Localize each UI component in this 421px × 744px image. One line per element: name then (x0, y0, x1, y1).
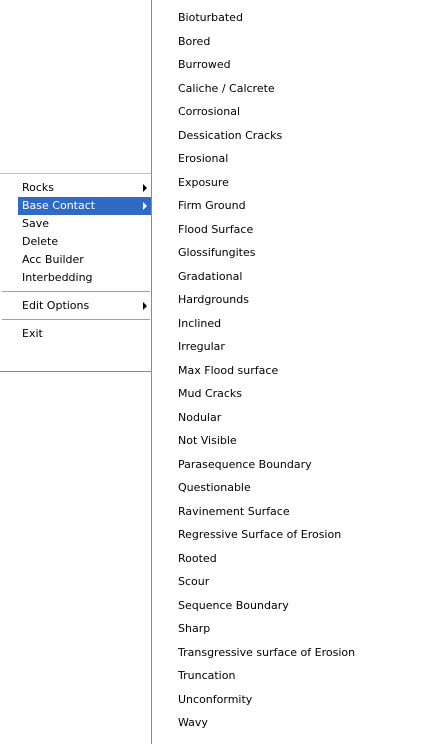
submenu-item-parasequence-boundary[interactable]: Parasequence Boundary (152, 453, 421, 477)
menu-item-exit[interactable]: Exit (0, 325, 152, 343)
submenu-item-firm-ground[interactable]: Firm Ground (152, 194, 421, 218)
submenu-item-exposure[interactable]: Exposure (152, 171, 421, 195)
submenu-item-regressive-surface-of-erosion[interactable]: Regressive Surface of Erosion (152, 523, 421, 547)
submenu-item-burrowed[interactable]: Burrowed (152, 53, 421, 77)
submenu-item-wavy[interactable]: Wavy (152, 711, 421, 735)
menu-item-label: Delete (22, 235, 59, 248)
menu-item-label: Rocks (22, 181, 55, 194)
menu-item-rocks[interactable]: Rocks (0, 179, 152, 197)
menu-item-save[interactable]: Save (0, 215, 152, 233)
base-contact-submenu: Bioturbated Bored Burrowed Caliche / Cal… (151, 0, 421, 744)
submenu-item-gradational[interactable]: Gradational (152, 265, 421, 289)
submenu-item-sequence-boundary[interactable]: Sequence Boundary (152, 594, 421, 618)
submenu-item-corrosional[interactable]: Corrosional (152, 100, 421, 124)
menu-item-label: Edit Options (22, 299, 90, 312)
submenu-item-irregular[interactable]: Irregular (152, 335, 421, 359)
submenu-item-rooted[interactable]: Rooted (152, 547, 421, 571)
submenu-item-scour[interactable]: Scour (152, 570, 421, 594)
submenu-item-bioturbated[interactable]: Bioturbated (152, 6, 421, 30)
submenu-item-nodular[interactable]: Nodular (152, 406, 421, 430)
menu-item-base-contact[interactable]: Base Contact (18, 197, 152, 215)
submenu-item-mud-cracks[interactable]: Mud Cracks (152, 382, 421, 406)
submenu-items: Bioturbated Bored Burrowed Caliche / Cal… (152, 6, 421, 735)
context-menu: Rocks Base Contact Save Delete Acc Build… (0, 173, 152, 372)
submenu-item-truncation[interactable]: Truncation (152, 664, 421, 688)
menu-item-label: Base Contact (22, 199, 96, 212)
submenu-item-hardgrounds[interactable]: Hardgrounds (152, 288, 421, 312)
submenu-item-sharp[interactable]: Sharp (152, 617, 421, 641)
submenu-item-questionable[interactable]: Questionable (152, 476, 421, 500)
menu-separator (2, 291, 150, 292)
menu-item-label: Interbedding (22, 271, 93, 284)
context-menu-items: Rocks Base Contact Save Delete Acc Build… (0, 179, 152, 343)
submenu-item-flood-surface[interactable]: Flood Surface (152, 218, 421, 242)
submenu-item-not-visible[interactable]: Not Visible (152, 429, 421, 453)
submenu-item-max-flood-surface[interactable]: Max Flood surface (152, 359, 421, 383)
submenu-item-caliche-calcrete[interactable]: Caliche / Calcrete (152, 77, 421, 101)
submenu-item-bored[interactable]: Bored (152, 30, 421, 54)
menu-separator (2, 319, 150, 320)
submenu-item-erosional[interactable]: Erosional (152, 147, 421, 171)
submenu-item-inclined[interactable]: Inclined (152, 312, 421, 336)
submenu-item-ravinement-surface[interactable]: Ravinement Surface (152, 500, 421, 524)
submenu-item-transgressive-surface-of-erosion[interactable]: Transgressive surface of Erosion (152, 641, 421, 665)
menu-item-label: Exit (22, 327, 43, 340)
submenu-arrow-icon (143, 302, 147, 310)
submenu-item-glossifungites[interactable]: Glossifungites (152, 241, 421, 265)
menu-item-edit-options[interactable]: Edit Options (0, 297, 152, 315)
submenu-arrow-icon (143, 202, 147, 210)
menu-item-label: Acc Builder (22, 253, 84, 266)
menu-item-delete[interactable]: Delete (0, 233, 152, 251)
submenu-arrow-icon (143, 184, 147, 192)
submenu-item-dessication-cracks[interactable]: Dessication Cracks (152, 124, 421, 148)
menu-item-label: Save (22, 217, 50, 230)
menu-item-acc-builder[interactable]: Acc Builder (0, 251, 152, 269)
submenu-item-unconformity[interactable]: Unconformity (152, 688, 421, 712)
menu-item-interbedding[interactable]: Interbedding (0, 269, 152, 287)
